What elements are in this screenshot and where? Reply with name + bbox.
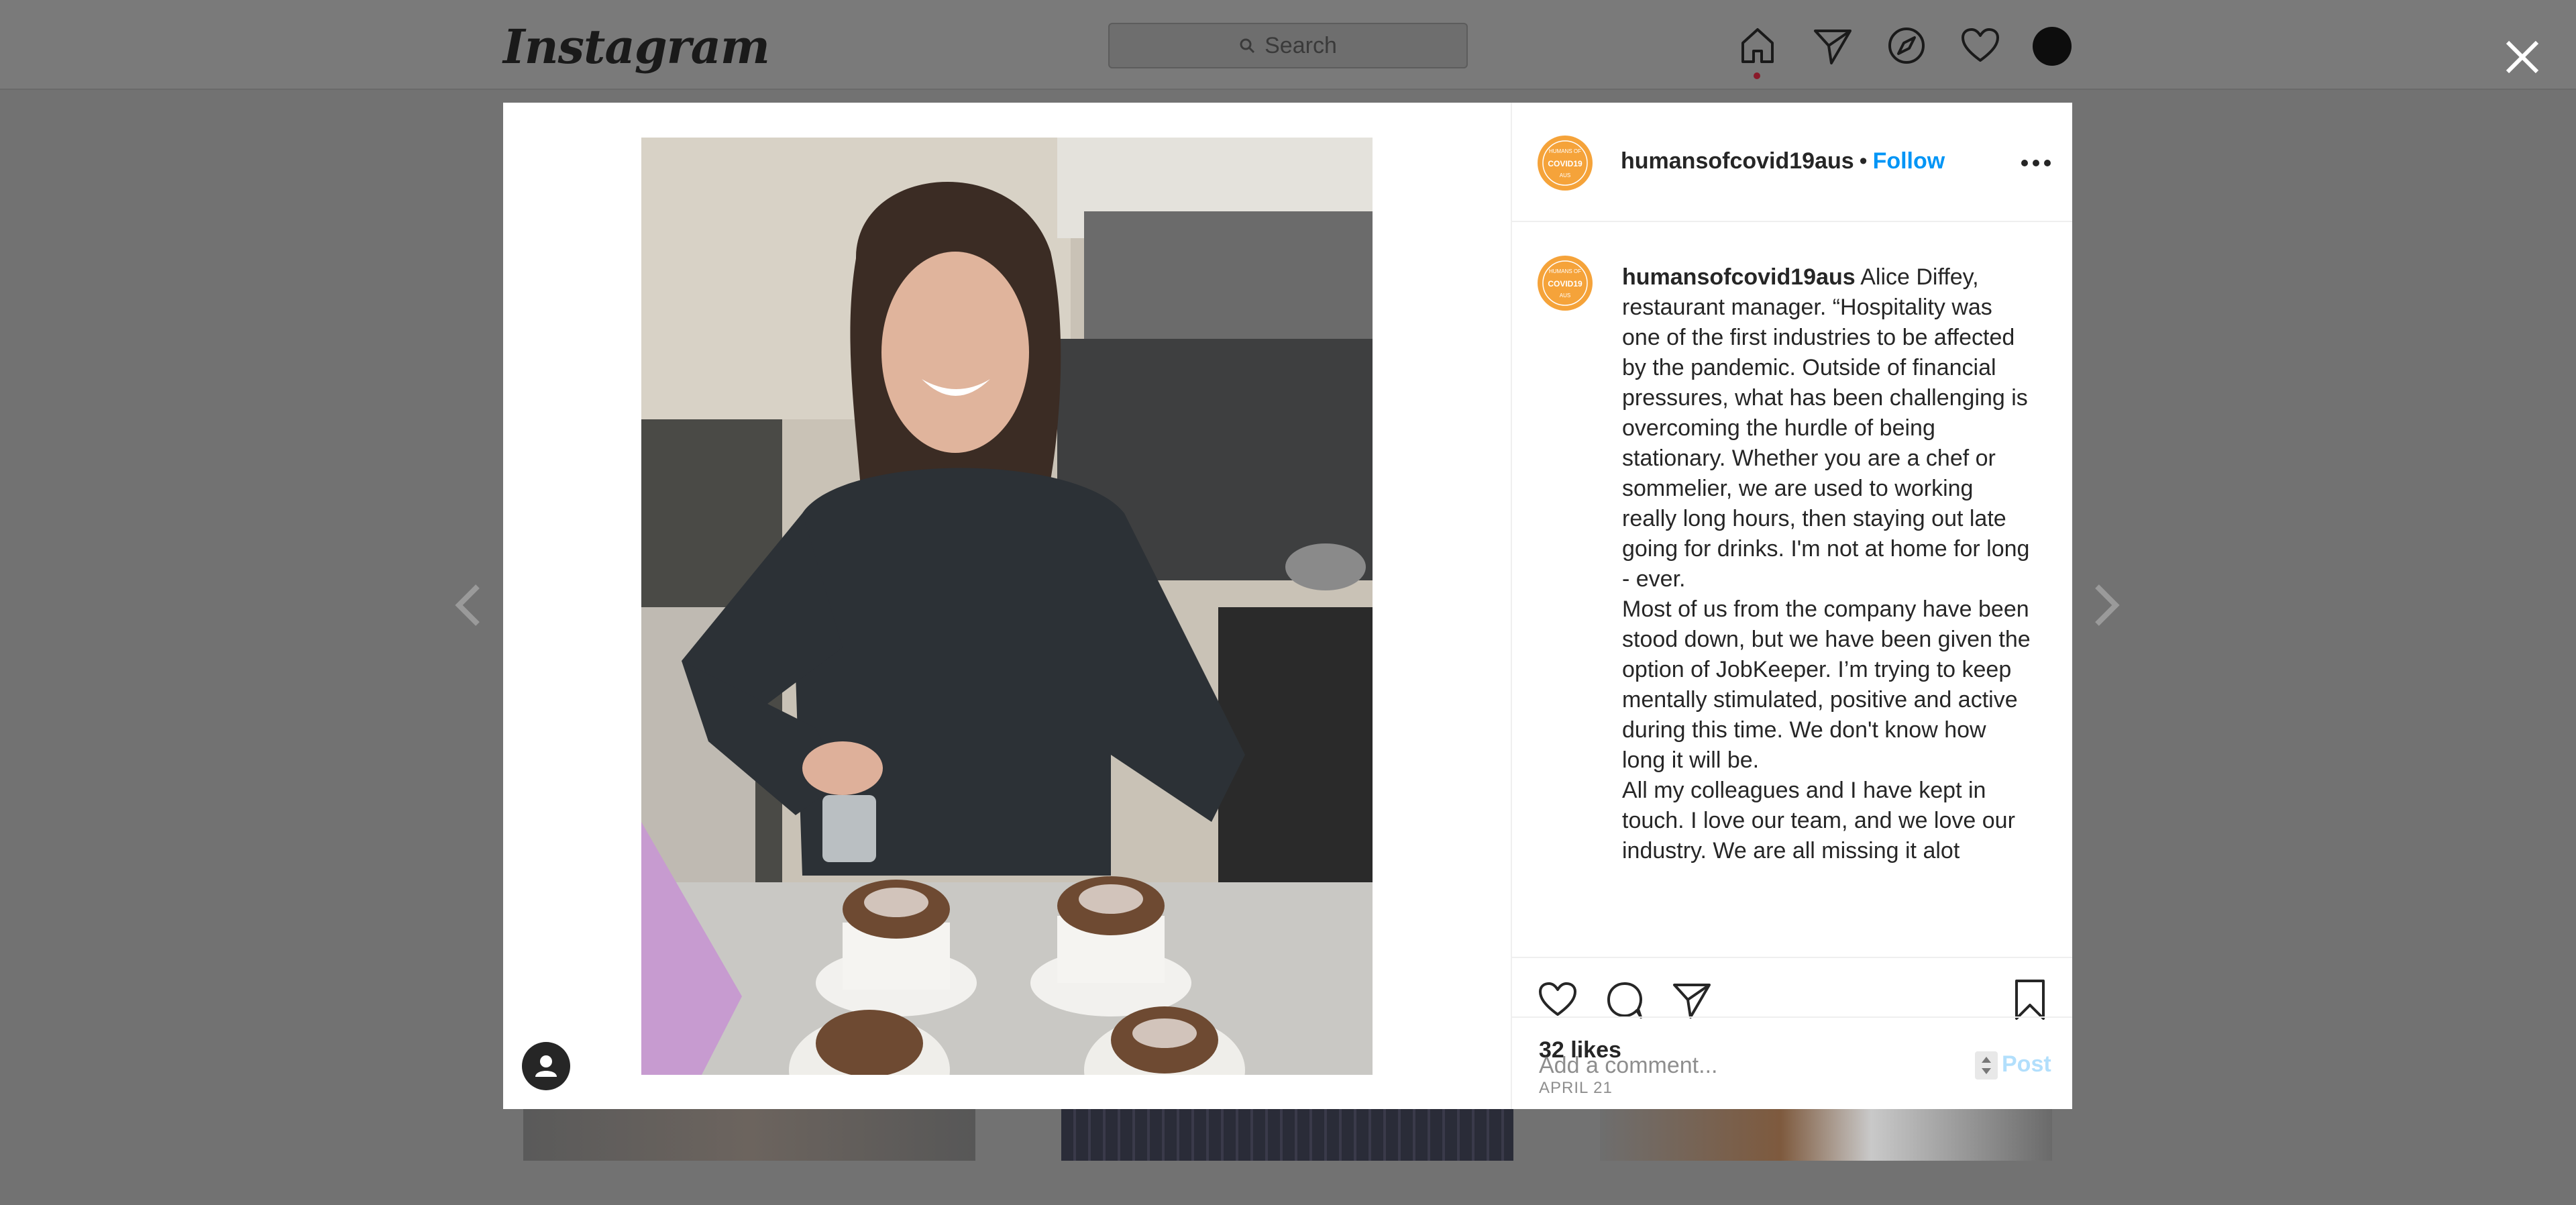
next-post-arrow-icon[interactable] [2078,578,2132,632]
instagram-logo[interactable]: Instagram [503,19,770,74]
comment-bar: Post [1512,1016,2072,1109]
grid-thumbnail[interactable] [1061,1107,1513,1161]
textarea-resize-icon [1975,1051,1998,1080]
svg-text:COVID19: COVID19 [1548,159,1582,168]
save-bookmark-icon[interactable] [2008,978,2051,1021]
follow-button[interactable]: Follow [1873,148,1945,174]
tagged-users-icon[interactable] [522,1042,570,1090]
svg-text:COVID19: COVID19 [1548,279,1582,289]
post-author-line: humansofcovid19aus • Follow [1621,148,1945,174]
photo-pane [503,103,1511,1109]
post-modal: HUMANS OF COVID19 AUS humansofcovid19aus… [503,103,2072,1109]
post-header: HUMANS OF COVID19 AUS humansofcovid19aus… [1512,103,2072,222]
caption-paragraph-2: Most of us from the company have been st… [1622,596,2031,773]
share-direct-icon[interactable] [1670,978,1713,1021]
grid-thumbnail[interactable] [1600,1107,2052,1161]
profile-avatar[interactable] [2033,27,2072,66]
activity-heart-icon[interactable] [1959,24,2002,67]
caption-username[interactable]: humansofcovid19aus [1622,264,1856,290]
direct-icon[interactable] [1811,24,1854,67]
svg-text:AUS: AUS [1560,172,1570,178]
more-options-icon[interactable] [2019,156,2053,170]
svg-text:HUMANS OF: HUMANS OF [1549,148,1581,154]
post-caption: humansofcovid19aus Alice Diffey, restaur… [1622,262,2031,866]
post-photo[interactable] [641,138,1373,1075]
search-placeholder: Search [1265,32,1337,58]
home-active-indicator [1754,72,1760,79]
close-icon[interactable] [2502,37,2542,77]
post-comment-button[interactable]: Post [2002,1051,2051,1078]
grid-thumbnail[interactable] [523,1107,975,1161]
post-author-username[interactable]: humansofcovid19aus [1621,148,1854,174]
account-avatar[interactable]: HUMANS OF COVID19 AUS [1538,136,1593,191]
caption-avatar[interactable]: HUMANS OF COVID19 AUS [1538,256,1593,311]
search-box[interactable]: Search [1108,23,1468,68]
previous-post-arrow-icon[interactable] [443,578,496,632]
svg-text:AUS: AUS [1560,293,1570,299]
caption-scroll-area[interactable]: HUMANS OF COVID19 AUS humansofcovid19aus… [1512,222,2072,958]
comment-bubble-icon[interactable] [1603,978,1646,1021]
caption-paragraph-3: All my colleagues and I have kept in tou… [1622,778,2015,863]
post-sidebar: HUMANS OF COVID19 AUS humansofcovid19aus… [1511,103,2072,1109]
explore-icon[interactable] [1885,24,1928,67]
add-comment-input[interactable] [1539,1050,1968,1081]
caption-paragraph-1: Alice Diffey, restaurant manager. “Hospi… [1622,264,2030,592]
svg-text:HUMANS OF: HUMANS OF [1549,268,1581,274]
search-icon [1240,38,1255,54]
like-heart-icon[interactable] [1536,978,1579,1021]
top-navigation-bar: Instagram Search [0,0,2576,90]
home-icon[interactable] [1736,24,1779,67]
separator-dot: • [1859,148,1868,174]
